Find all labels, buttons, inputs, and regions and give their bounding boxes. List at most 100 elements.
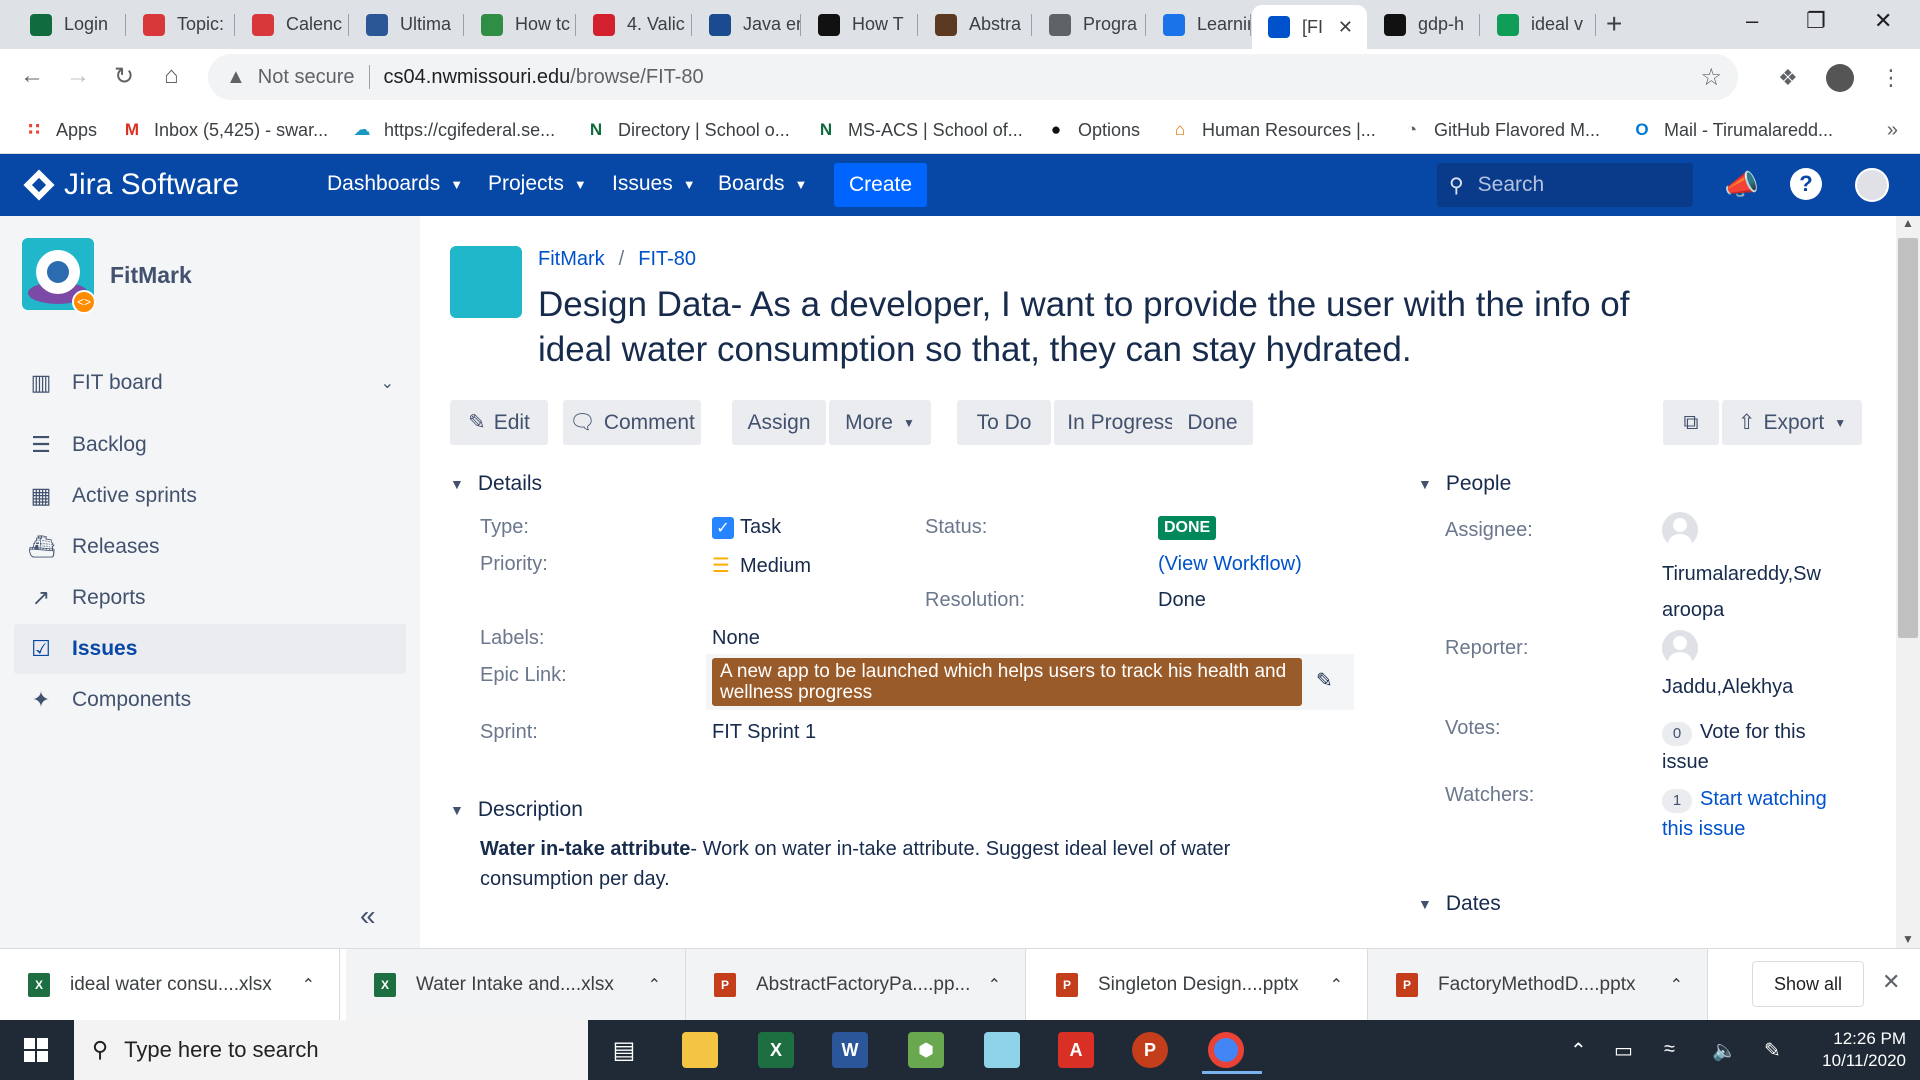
browser-tab[interactable]: How T xyxy=(802,6,918,43)
browser-tab[interactable]: gdp-h xyxy=(1368,6,1480,43)
bookmark-item[interactable]: N MS-ACS | School of... xyxy=(816,115,1023,145)
dates-section-toggle[interactable]: ▼ Dates xyxy=(1418,892,1501,916)
close-window-icon[interactable]: ✕ xyxy=(1874,8,1892,34)
file-explorer-icon[interactable] xyxy=(682,1032,718,1068)
extensions-icon[interactable]: ❖ xyxy=(1778,65,1798,91)
more-button[interactable]: More ▼ xyxy=(829,400,931,445)
bookmark-item[interactable]: ⌂ Human Resources |... xyxy=(1170,115,1376,145)
browser-tab[interactable]: How tc xyxy=(465,6,576,43)
browser-tab[interactable]: Progra xyxy=(1033,6,1146,43)
description-section-toggle[interactable]: ▼ Description xyxy=(450,798,583,822)
browser-tab[interactable]: Login xyxy=(14,6,126,43)
search-input[interactable]: ⚲ Search xyxy=(1437,163,1693,207)
chevron-up-icon[interactable]: ⌃ xyxy=(648,975,661,995)
export-button[interactable]: ⇧ Export ▼ xyxy=(1722,400,1862,445)
volume-icon[interactable]: 🔈 xyxy=(1712,1038,1737,1063)
description-body[interactable]: Water in-take attribute- Work on water i… xyxy=(480,834,1340,894)
browser-tab[interactable]: Calenc xyxy=(236,6,349,43)
not-secure-label[interactable]: Not secure xyxy=(258,66,355,89)
user-avatar[interactable] xyxy=(1855,168,1889,202)
menu-dots-icon[interactable]: ⋮ xyxy=(1880,65,1902,91)
bookmark-item[interactable]: ∷ Apps xyxy=(24,115,97,145)
chevron-down-icon[interactable]: ⌄ xyxy=(381,373,394,393)
chevron-up-icon[interactable]: ⌃ xyxy=(1670,975,1683,995)
windows-start-icon[interactable] xyxy=(24,1038,48,1062)
browser-tab[interactable]: Abstra xyxy=(919,6,1032,43)
in-progress-button[interactable]: In Progress xyxy=(1054,400,1188,445)
sidebar-item-releases[interactable]: ⛴ Releases xyxy=(14,522,406,572)
bookmark-item[interactable]: O Mail - Tirumalaredd... xyxy=(1632,115,1833,145)
excel-icon[interactable]: X xyxy=(758,1032,794,1068)
breadcrumb-project[interactable]: FitMark xyxy=(538,248,605,271)
bookmark-item[interactable]: ☁ https://cgifederal.se... xyxy=(352,115,556,145)
chevron-up-icon[interactable]: ⌃ xyxy=(302,975,315,995)
restore-icon[interactable]: ❐ xyxy=(1806,8,1826,34)
sidebar-item-active-sprints[interactable]: ▦ Active sprints xyxy=(14,471,406,521)
warning-icon[interactable]: ▲ xyxy=(226,66,246,89)
chevron-up-icon[interactable]: ⌃ xyxy=(988,975,1001,995)
system-clock[interactable]: 12:26 PM 10/11/2020 xyxy=(1810,1028,1906,1072)
comment-button[interactable]: 🗨 Comment xyxy=(563,400,701,445)
notes-app-icon[interactable] xyxy=(984,1032,1020,1068)
taskbar-search[interactable]: ⚲ Type here to search xyxy=(74,1020,588,1080)
download-item[interactable]: X Water Intake and....xlsx ⌃ xyxy=(346,949,686,1021)
download-item[interactable]: Xideal water consu....xlsx ⌃ xyxy=(0,949,340,1021)
edit-button[interactable]: ✎ Edit xyxy=(450,400,548,445)
help-icon[interactable]: ? xyxy=(1790,168,1822,200)
nav-boards[interactable]: Boards ▼ xyxy=(718,172,807,196)
download-item[interactable]: P Singleton Design....pptx ⌃ xyxy=(1028,949,1368,1021)
bookmark-star-icon[interactable]: ☆ xyxy=(1700,63,1722,92)
bookmark-item[interactable]: M Inbox (5,425) - swar... xyxy=(122,115,328,145)
sidebar-item-fit-board[interactable]: ▥ FIT board ⌄ xyxy=(14,358,406,408)
browser-tab[interactable]: Ultima xyxy=(350,6,464,43)
bookmark-item[interactable]: ● Options xyxy=(1046,115,1140,145)
chrome-icon[interactable] xyxy=(1202,1032,1262,1074)
more-bookmarks-icon[interactable]: » xyxy=(1887,119,1898,142)
issue-summary[interactable]: Design Data- As a developer, I want to p… xyxy=(538,282,1658,372)
close-tab-icon[interactable]: ✕ xyxy=(1338,17,1353,38)
assignee-name[interactable]: Tirumalareddy,Swaroopa xyxy=(1662,556,1822,628)
reporter-name[interactable]: Jaddu,Alekhya xyxy=(1662,676,1793,699)
browser-tab[interactable]: [FI ✕ xyxy=(1252,5,1367,49)
sidebar-item-reports[interactable]: ↗ Reports xyxy=(14,573,406,623)
browser-tab[interactable]: 4. Valic xyxy=(577,6,692,43)
scroll-up-icon[interactable]: ▲ xyxy=(1902,216,1914,230)
show-all-button[interactable]: Show all xyxy=(1752,961,1864,1007)
sidebar-item-backlog[interactable]: ☰ Backlog xyxy=(14,420,406,470)
wifi-icon[interactable]: ≈ xyxy=(1664,1038,1675,1061)
forward-icon[interactable]: → xyxy=(66,62,90,90)
view-workflow-link[interactable]: (View Workflow) xyxy=(1158,553,1302,576)
word-icon[interactable]: W xyxy=(832,1032,868,1068)
details-section-toggle[interactable]: ▼ Details xyxy=(450,472,542,496)
show-hidden-icons-icon[interactable]: ⌃ xyxy=(1570,1038,1587,1063)
sidebar-item-issues[interactable]: ☑ Issues xyxy=(14,624,406,674)
address-bar[interactable]: ▲ Not secure cs04.nwmissouri.edu /browse… xyxy=(208,54,1738,100)
new-tab-button[interactable]: + xyxy=(1606,8,1622,40)
browser-tab[interactable]: Learnir xyxy=(1147,6,1251,43)
battery-icon[interactable]: ▭ xyxy=(1614,1038,1633,1063)
labels-value[interactable]: None xyxy=(712,627,760,650)
download-item[interactable]: P FactoryMethodD....pptx ⌃ xyxy=(1368,949,1708,1021)
nav-projects[interactable]: Projects ▼ xyxy=(488,172,587,196)
done-button[interactable]: Done xyxy=(1172,400,1253,445)
close-icon[interactable]: ✕ xyxy=(1882,969,1900,995)
page-scrollbar[interactable]: ▲ ▼ xyxy=(1896,216,1920,948)
scroll-down-icon[interactable]: ▼ xyxy=(1902,932,1914,946)
home-icon[interactable]: ⌂ xyxy=(164,62,179,90)
task-view-icon[interactable]: ▤ xyxy=(606,1032,642,1068)
url-path[interactable]: /browse/FIT-80 xyxy=(570,66,703,89)
browser-tab[interactable]: ideal v xyxy=(1481,6,1596,43)
nav-dashboards[interactable]: Dashboards ▼ xyxy=(327,172,463,196)
bookmark-item[interactable]: ◔ GitHub Flavored M... xyxy=(1402,115,1600,145)
share-button[interactable]: ⧉ xyxy=(1663,400,1719,445)
download-item[interactable]: P AbstractFactoryPa....pp... ⌃ xyxy=(686,949,1026,1021)
chevron-up-icon[interactable]: ⌃ xyxy=(1330,975,1343,995)
people-section-toggle[interactable]: ▼ People xyxy=(1418,472,1511,496)
browser-tab[interactable]: Topic: xyxy=(127,6,235,43)
acrobat-icon[interactable]: A xyxy=(1058,1032,1094,1068)
bookmark-item[interactable]: N Directory | School o... xyxy=(586,115,790,145)
todo-button[interactable]: To Do xyxy=(957,400,1051,445)
box-app-icon[interactable]: ⬢ xyxy=(908,1032,944,1068)
jira-logo[interactable]: Jira Software xyxy=(23,168,239,202)
browser-tab[interactable]: Java er xyxy=(693,6,801,43)
